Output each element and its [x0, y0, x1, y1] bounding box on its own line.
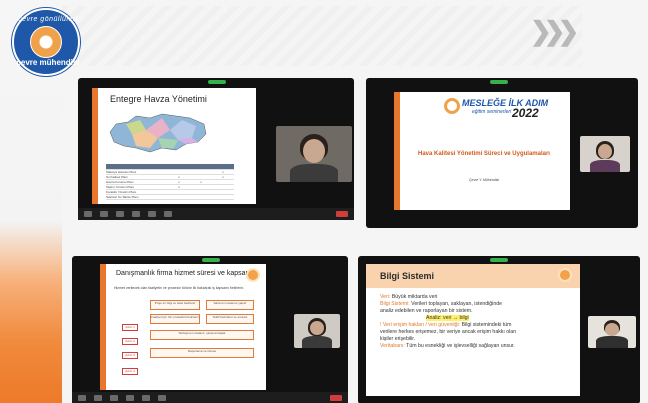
flow-step: Faaliyet için izin prosedürü belirlenir [150, 314, 200, 324]
speaker-video [276, 126, 352, 182]
slide-accent-bar [100, 264, 106, 390]
speaker-shirt [596, 336, 628, 348]
flow-step: Raporlama ve izleme [150, 348, 254, 358]
organization-logo: çevre gönüllüleri çevre mühendisi [12, 8, 80, 76]
body-line: kişiler erişebilir. [380, 336, 416, 342]
seminar-logo-icon [444, 98, 460, 114]
body-line: Bilgi Sistemi: Verileri toplayan, saklay… [380, 301, 502, 307]
slide-title: Bilgi Sistemi [380, 271, 435, 281]
share-indicator [490, 80, 508, 84]
slide-accent-bar [92, 88, 98, 204]
screenshot-page: çevre gönüllüleri çevre mühendisi ❯❯❯ En… [0, 0, 648, 403]
speaker-face [605, 323, 619, 336]
zoom-screenshot-1: Entegre Havza Yönetimi Sakarya Havzası P… [78, 78, 354, 220]
zoom-screenshot-4: Bilgi Sistemi Veri: Büyük miktarda veri … [358, 256, 640, 403]
chat-icon[interactable] [132, 211, 140, 217]
speaker-face [598, 144, 612, 159]
lightbulb-icon [246, 268, 260, 282]
flow-tag: Adım 1 [122, 324, 138, 331]
record-icon[interactable] [164, 211, 172, 217]
shared-slide: Bilgi Sistemi Veri: Büyük miktarda veri … [366, 264, 580, 396]
speaker-shirt [290, 164, 338, 182]
share-icon[interactable] [148, 211, 156, 217]
video-icon[interactable] [94, 395, 102, 401]
slide-intro: Hizmet verilecek olan faaliyetin ve pros… [114, 286, 244, 290]
speaker-shirt [590, 160, 620, 172]
header-pattern [62, 6, 582, 66]
speaker-shirt [302, 336, 332, 348]
end-call-button[interactable] [336, 211, 348, 217]
shared-slide: Entegre Havza Yönetimi Sakarya Havzası P… [92, 88, 256, 204]
meeting-toolbar [72, 392, 348, 403]
talk-title: Hava Kalitesi Yönetimi Süreci ve Uygulam… [418, 151, 550, 157]
table-row: Sektörel Su Tahsis Planı [106, 195, 234, 200]
flow-tag: Adım 4 [122, 368, 138, 375]
body-line-highlight: Analiz: veri → bilgi [426, 315, 469, 321]
participants-icon[interactable] [116, 211, 124, 217]
mute-icon[interactable] [78, 395, 86, 401]
chat-icon[interactable] [126, 395, 134, 401]
flow-step: Proje ön bilgi ve istek belirlenir [150, 300, 200, 310]
slide-title: Entegre Havza Yönetimi [110, 94, 207, 104]
end-call-button[interactable] [330, 395, 342, 401]
meeting-toolbar [78, 208, 354, 220]
participants-icon[interactable] [110, 395, 118, 401]
speaker-title: Çevre Y. Mühendisi [468, 178, 500, 182]
speaker-face [303, 139, 325, 163]
body-line: analiz edebilen ve raporlayan bir sistem… [380, 308, 473, 314]
chevrons-decoration: ❯❯❯ [530, 16, 579, 46]
shared-slide: MESLEĞE İLK ADIM eğitim seminerleri 2022… [394, 92, 570, 210]
flow-tag: Adım 2 [122, 338, 138, 345]
body-line: ! Veri erişim hakları / veri güvenliği: … [380, 322, 512, 328]
body-line: Veritabanı: Tüm bu esnekliği ve işlevsel… [380, 343, 515, 349]
flow-tag: Adım 3 [122, 352, 138, 359]
seminar-subtitle: eğitim seminerleri [472, 109, 512, 115]
slide-title: Danışmanlık firma hizmet süresi ve kapsa… [116, 270, 254, 277]
slide-body: Veri: Büyük miktarda veri Bilgi Sistemi:… [380, 294, 560, 350]
plan-table: Sakarya Havzası Planı x Su Kalitesi Plan… [106, 164, 234, 200]
lightbulb-icon [558, 268, 572, 282]
zoom-screenshot-2: MESLEĞE İLK ADIM eğitim seminerleri 2022… [366, 78, 638, 228]
mute-icon[interactable] [84, 211, 92, 217]
logo-bottom-text: çevre mühendisi [16, 58, 80, 67]
logo-emblem-icon [30, 26, 62, 58]
share-indicator [208, 80, 226, 84]
logo-top-text: çevre gönüllüleri [18, 16, 78, 23]
video-icon[interactable] [100, 211, 108, 217]
flow-step: Teklif hazırlanır ve sunulur [206, 314, 254, 324]
record-icon[interactable] [158, 395, 166, 401]
flow-step: Sözleşme imzalanır, çalışma başlar [150, 330, 254, 340]
speaker-face [310, 321, 324, 335]
share-indicator [202, 258, 220, 262]
speaker-video [588, 316, 636, 348]
shared-slide: Danışmanlık firma hizmet süresi ve kapsa… [100, 264, 266, 390]
speaker-video [580, 136, 630, 172]
zoom-screenshot-3: Danışmanlık firma hizmet süresi ve kapsa… [72, 256, 348, 403]
speaker-video [294, 314, 340, 348]
turkey-basin-map [109, 113, 207, 153]
share-icon[interactable] [142, 395, 150, 401]
body-line: verilere herkes erişemez, bir veriye anc… [380, 329, 517, 335]
slide-accent-bar [394, 92, 400, 210]
seminar-year: 2022 [512, 106, 539, 120]
share-indicator [490, 258, 508, 262]
flow-step: Saha ön inceleme yapılır [206, 300, 254, 310]
body-line: Veri: Büyük miktarda veri [380, 294, 438, 300]
